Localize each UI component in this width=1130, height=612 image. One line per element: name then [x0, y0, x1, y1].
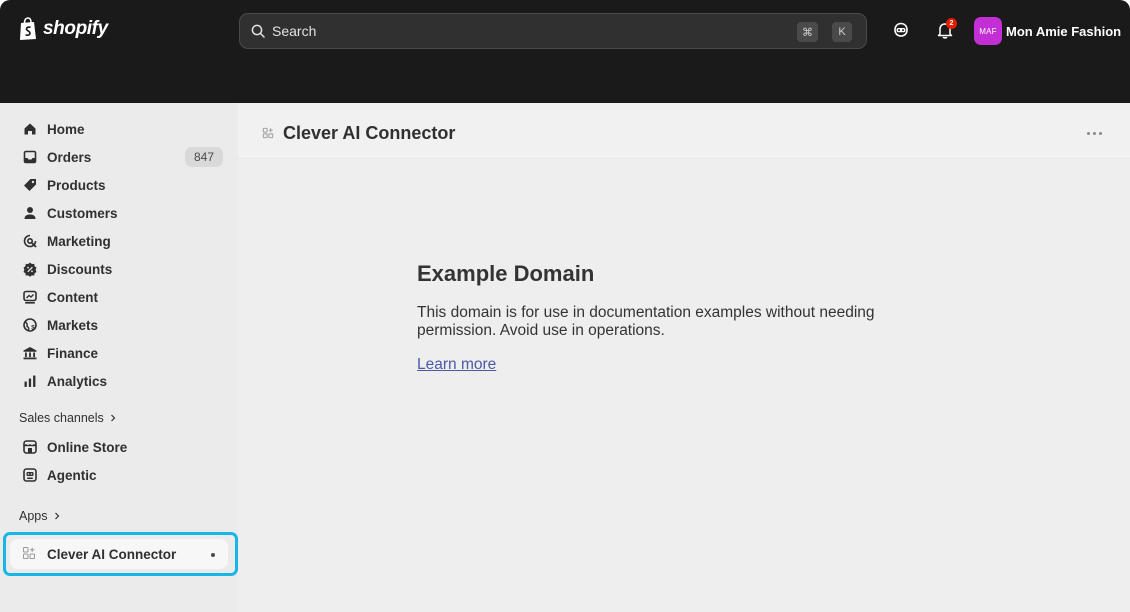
- sidebar-item-home[interactable]: Home: [10, 116, 228, 142]
- app-iframe: Example Domain This domain is for use in…: [238, 159, 1130, 612]
- sidebar-item-marketing[interactable]: Marketing: [10, 228, 228, 254]
- sidebar-item-label: Online Store: [47, 440, 128, 455]
- sidebar-item-finance[interactable]: Finance: [10, 340, 228, 366]
- shopify-logo[interactable]: shopify: [18, 17, 108, 41]
- sidebar-item-analytics[interactable]: Analytics: [10, 368, 228, 394]
- shopify-bag-icon: [20, 17, 36, 40]
- store-switcher[interactable]: MAF Mon Amie Fashion: [974, 17, 1121, 45]
- store-name: Mon Amie Fashion: [1006, 23, 1122, 39]
- sales-channels-label: Sales channels: [19, 411, 104, 425]
- home-icon: [24, 123, 36, 135]
- bank-icon: [23, 347, 37, 360]
- sales-channels-heading[interactable]: Sales channels: [19, 411, 117, 425]
- sidebar-item-markets[interactable]: $ Markets: [10, 312, 228, 338]
- orders-icon: [23, 150, 37, 164]
- robot-icon: [23, 468, 37, 482]
- learn-more-link[interactable]: Learn more: [417, 356, 496, 374]
- ellipsis-icon: [1092, 131, 1096, 135]
- sidebar-item-label: Orders: [47, 150, 92, 165]
- sidebar-item-label: Clever AI Connector: [47, 547, 177, 562]
- ellipsis-icon: [1086, 131, 1090, 135]
- sidebar-item-customers[interactable]: Customers: [10, 200, 228, 226]
- app-title-bar: Clever AI Connector: [238, 103, 1130, 159]
- app-icon: [23, 547, 35, 559]
- content-icon: [23, 290, 37, 304]
- store-icon: [23, 440, 37, 454]
- svg-text:$: $: [31, 325, 35, 332]
- sidebar-item-label: Finance: [47, 346, 99, 361]
- page-title: Clever AI Connector: [283, 123, 456, 143]
- sidebar-item-label: Analytics: [47, 374, 108, 389]
- sidebar-item-agentic[interactable]: Agentic: [10, 462, 228, 488]
- discount-icon: [23, 262, 37, 277]
- search-icon: [251, 24, 265, 38]
- person-icon: [24, 207, 36, 219]
- store-avatar: MAF: [974, 17, 1002, 45]
- notification-badge: 2: [946, 18, 957, 29]
- apps-heading[interactable]: Apps: [19, 509, 61, 523]
- globe-icon: $: [23, 318, 37, 332]
- search-bar[interactable]: Search ⌘ K: [239, 13, 867, 49]
- sidebar-item-clever-ai-connector[interactable]: Clever AI Connector: [10, 539, 228, 569]
- sidebar-item-label: Discounts: [47, 262, 113, 277]
- sidebar-item-online-store[interactable]: Online Store: [10, 434, 228, 460]
- target-icon: [23, 234, 37, 248]
- sidebar-item-label: Markets: [47, 318, 99, 333]
- sidebar-item-label: Home: [47, 122, 85, 137]
- chevron-right-icon: [110, 414, 116, 422]
- top-bar: shopify Search ⌘ K 2 MAF Mon Amie Fashio…: [0, 0, 1130, 103]
- sidekick-icon[interactable]: [891, 20, 911, 40]
- sidebar-item-label: Marketing: [47, 234, 111, 249]
- example-heading: Example Domain: [417, 261, 595, 286]
- orders-count-badge: 847: [184, 147, 223, 167]
- bar-chart-icon: [24, 375, 36, 387]
- shortcut-modifier-key: ⌘: [797, 22, 818, 42]
- sidebar-item-label: Content: [47, 290, 98, 305]
- app-icon: [262, 127, 274, 139]
- sidebar-item-label: Products: [47, 178, 106, 193]
- chevron-right-icon: [54, 512, 59, 520]
- apps-label: Apps: [19, 509, 48, 523]
- tag-icon: [24, 179, 36, 191]
- sidebar-item-products[interactable]: Products: [10, 172, 228, 198]
- main-content: Clever AI Connector Example Domain This …: [238, 103, 1130, 612]
- sidebar-item-content[interactable]: Content: [10, 284, 228, 310]
- app-status-dot: [211, 553, 215, 557]
- search-placeholder: Search: [272, 23, 317, 39]
- more-actions-button[interactable]: [1084, 123, 1104, 143]
- brand-name: shopify: [43, 18, 108, 39]
- shortcut-k-key: K: [832, 22, 852, 42]
- sidebar-item-label: Agentic: [47, 468, 97, 483]
- sidebar-item-orders[interactable]: Orders 847: [10, 144, 228, 170]
- example-description: This domain is for use in documentation …: [417, 304, 875, 339]
- sidebar: Home Orders 847 Products Customers Marke…: [0, 103, 238, 612]
- ellipsis-icon: [1098, 131, 1102, 135]
- sidebar-item-label: Customers: [47, 206, 118, 221]
- sidebar-item-discounts[interactable]: Discounts: [10, 256, 228, 282]
